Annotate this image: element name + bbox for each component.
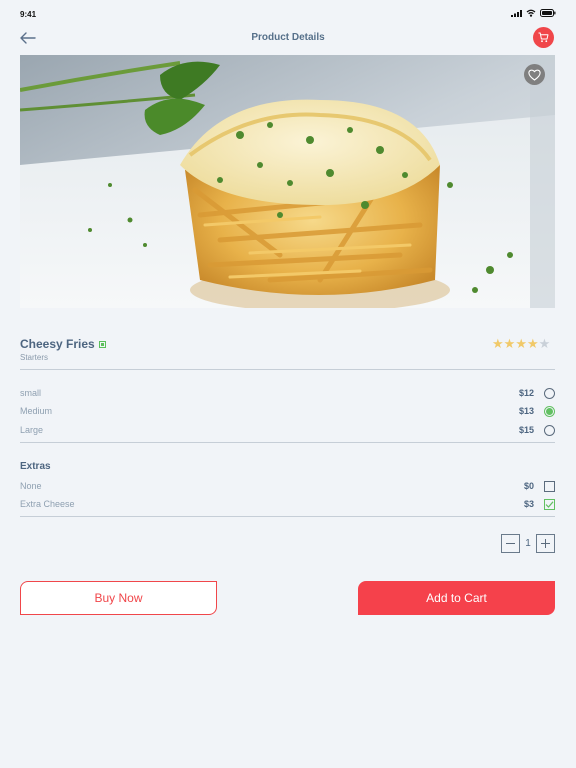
star-icon: ★ [492, 336, 504, 351]
size-price: $13 [518, 406, 534, 416]
size-label: small [20, 388, 42, 398]
extra-label: Extra Cheese [20, 499, 75, 509]
star-icon: ★ [503, 336, 516, 351]
wifi-icon [526, 9, 536, 17]
quantity-decrease-button[interactable] [501, 534, 520, 553]
heart-icon [528, 69, 541, 81]
radio-button[interactable] [544, 387, 555, 399]
product-name-row: Cheesy Fries [20, 337, 106, 351]
checkbox-checked[interactable] [544, 498, 555, 510]
veg-indicator-icon [98, 340, 106, 348]
plus-icon [541, 539, 550, 548]
extras-title: Extras [20, 461, 51, 472]
status-time: 9:41 [20, 10, 37, 19]
checkbox[interactable] [544, 480, 555, 492]
extra-label: None [20, 481, 42, 491]
quantity-increase-button[interactable] [536, 534, 555, 553]
size-label: Medium [20, 406, 53, 416]
divider [20, 369, 555, 370]
quantity-value: 1 [525, 538, 531, 549]
size-label: Large [20, 425, 44, 435]
star-icon: ★ [515, 336, 527, 351]
check-icon [545, 500, 554, 508]
size-price: $12 [518, 388, 534, 398]
add-to-cart-button[interactable]: Add to Cart [358, 581, 555, 615]
minus-icon [506, 543, 515, 544]
status-icons [511, 9, 556, 17]
star-icon: ★ [526, 336, 539, 351]
cheesy-fries-photo [20, 55, 555, 308]
divider [20, 442, 555, 443]
buy-now-button[interactable]: Buy Now [20, 581, 217, 615]
radio-button-selected[interactable] [544, 405, 555, 417]
page-title: Product Details [251, 32, 325, 43]
cart-icon [538, 32, 549, 43]
extra-price: $3 [523, 499, 534, 509]
product-category: Starters [20, 353, 49, 362]
rating-stars: ★ ★ ★ ★ ★ [492, 337, 550, 351]
divider [20, 516, 555, 517]
star-empty-icon: ★ [538, 336, 551, 351]
cart-button[interactable] [533, 27, 554, 48]
size-price: $15 [518, 425, 534, 435]
extra-price: $0 [523, 481, 534, 491]
radio-button[interactable] [544, 424, 555, 436]
size-option-large[interactable]: Large $15 [20, 423, 555, 437]
signal-icon [511, 9, 522, 17]
status-bar: 9:41 [0, 0, 576, 26]
product-name: Cheesy Fries [20, 337, 95, 351]
product-image [20, 55, 555, 308]
size-option-medium[interactable]: Medium $13 [20, 404, 555, 418]
battery-icon [540, 9, 556, 17]
favorite-button[interactable] [524, 64, 545, 85]
size-option-small[interactable]: small $12 [20, 386, 555, 400]
extra-option-extra-cheese[interactable]: Extra Cheese $3 [20, 497, 555, 511]
extra-option-none[interactable]: None $0 [20, 479, 555, 493]
